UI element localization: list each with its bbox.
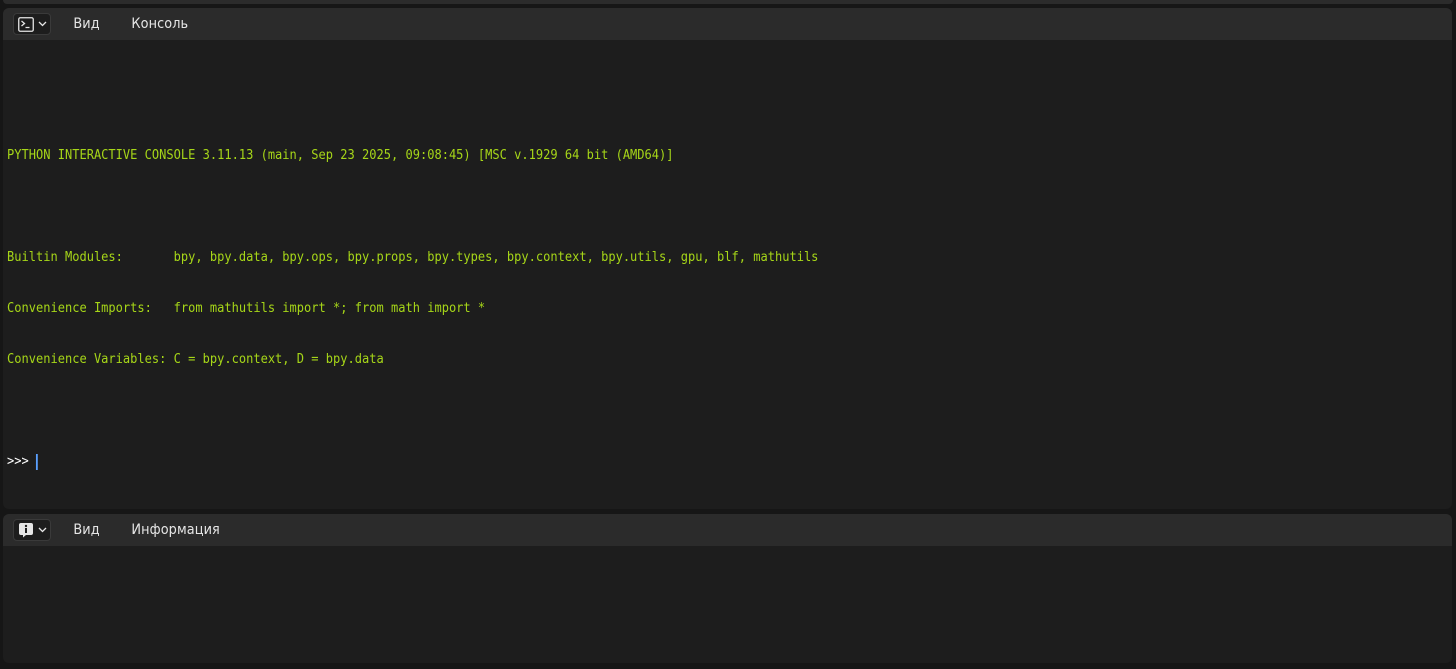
menu-view[interactable]: Вид xyxy=(66,16,107,32)
editor-type-button[interactable] xyxy=(13,13,51,35)
info-editor[interactable]: Вид Информация xyxy=(3,514,1452,663)
python-console-editor[interactable]: Вид Консоль PYTHON INTERACTIVE CONSOLE 3… xyxy=(3,8,1452,509)
console-line-convenience-variables: Convenience Variables: C = bpy.context, … xyxy=(7,352,384,367)
console-input-line[interactable]: >>> xyxy=(7,453,818,470)
info-header: Вид Информация xyxy=(3,514,1452,546)
menu-info[interactable]: Информация xyxy=(124,522,227,538)
viewport-edge xyxy=(3,0,1453,4)
editor-type-button[interactable] xyxy=(13,519,51,541)
chevron-down-icon xyxy=(38,527,47,533)
bottom-edge xyxy=(0,663,1456,669)
text-cursor xyxy=(35,453,38,470)
console-header: Вид Консоль xyxy=(3,8,1452,40)
console-lines: PYTHON INTERACTIVE CONSOLE 3.11.13 (main… xyxy=(7,113,904,504)
console-prompt: >>> xyxy=(7,454,29,469)
console-output-area[interactable]: PYTHON INTERACTIVE CONSOLE 3.11.13 (main… xyxy=(3,40,1452,509)
menu-view[interactable]: Вид xyxy=(66,522,107,538)
upper-area-edge xyxy=(0,0,1456,8)
info-icon xyxy=(18,522,34,538)
console-line-banner: PYTHON INTERACTIVE CONSOLE 3.11.13 (main… xyxy=(7,148,674,163)
console-line-builtin-modules: Builtin Modules: bpy, bpy.data, bpy.ops,… xyxy=(7,250,819,265)
console-line-convenience-imports: Convenience Imports: from mathutils impo… xyxy=(7,301,486,316)
chevron-down-icon xyxy=(38,21,47,27)
terminal-icon xyxy=(17,16,34,32)
menu-console[interactable]: Консоль xyxy=(124,16,196,32)
